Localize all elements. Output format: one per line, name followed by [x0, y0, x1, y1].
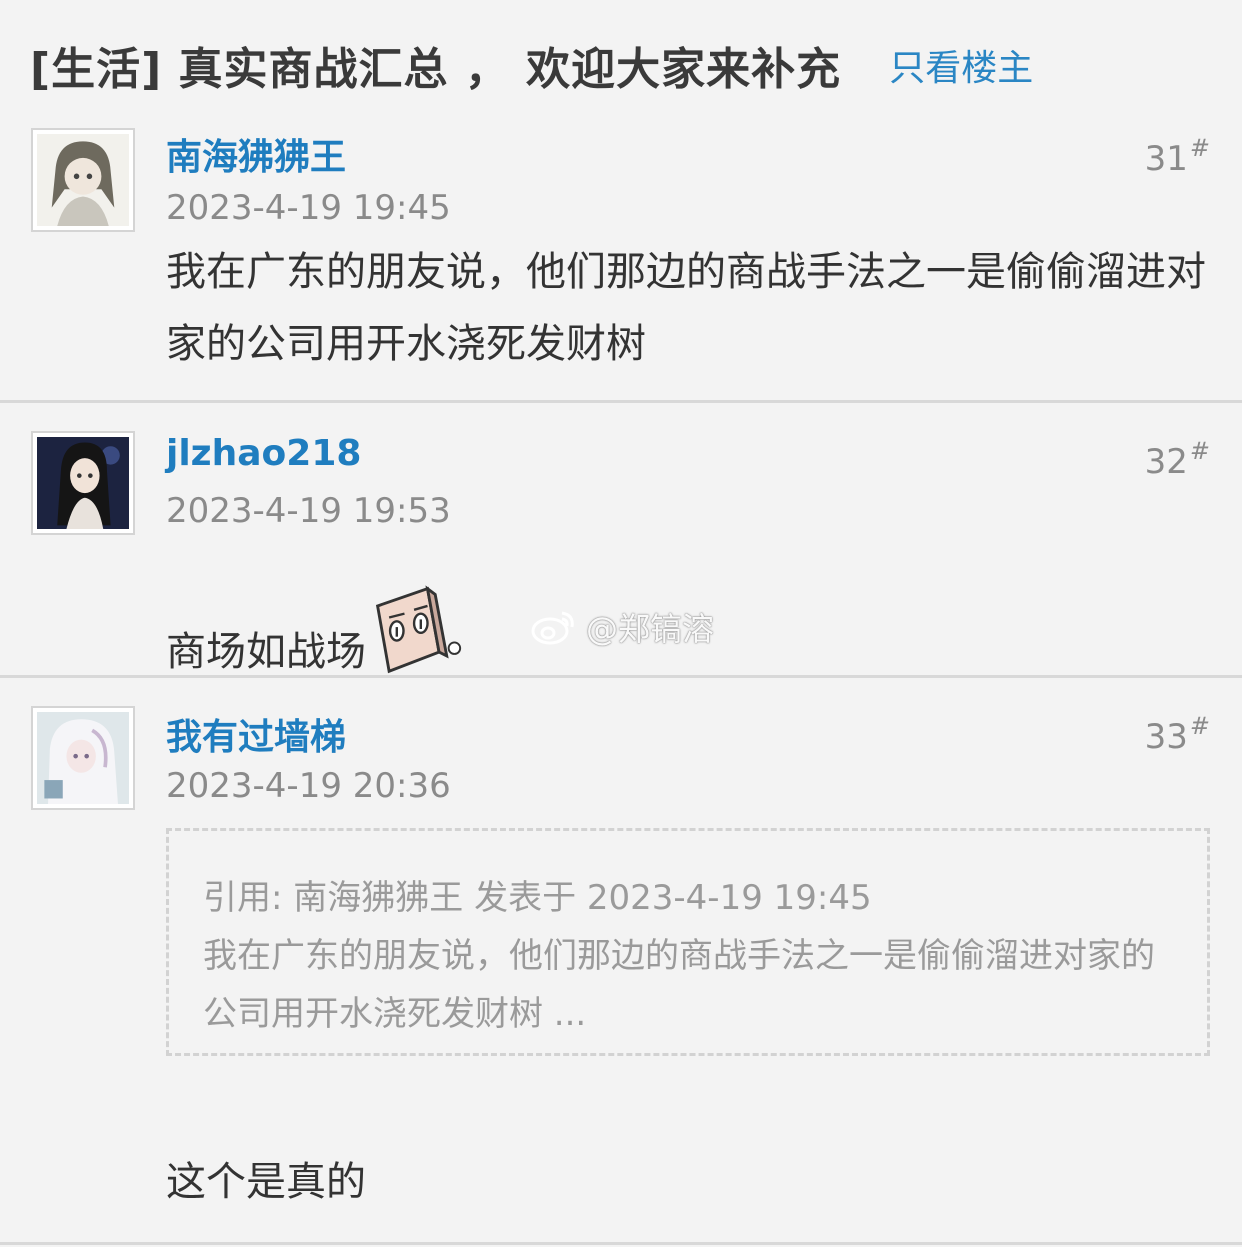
post-text: 商场如战场 — [166, 629, 366, 675]
watermark: @郑镐溶 — [530, 604, 714, 650]
quote-header: 引用: 南海狒狒王 发表于 2023-4-19 19:45 — [203, 878, 872, 918]
avatar-image — [37, 437, 129, 529]
username[interactable]: 我有过墙梯 — [166, 708, 346, 760]
username[interactable]: jlzhao218 — [166, 433, 361, 474]
avatar[interactable] — [31, 706, 135, 810]
post-timestamp: 2023-4-19 19:53 — [166, 491, 451, 531]
watermark-text: @郑镐溶 — [586, 610, 715, 648]
post-content: 我在广东的朋友说，他们那边的商战手法之一是偷偷溜进对家的公司用开水浇死发财树 — [166, 249, 1206, 367]
only-op-link[interactable]: 只看楼主 — [889, 39, 1033, 91]
floor-hash: # — [1189, 134, 1210, 162]
quote-block: 引用: 南海狒狒王 发表于 2023-4-19 19:45 我在广东的朋友说，他… — [166, 828, 1210, 1056]
avatar[interactable] — [31, 431, 135, 535]
floor-hash: # — [1189, 712, 1210, 740]
post-content: 这个是真的 — [166, 1159, 366, 1205]
quote-text: 我在广东的朋友说，他们那边的商战手法之一是偷偷溜进对家的公司用开水浇死发财树 .… — [203, 936, 1155, 1034]
post-timestamp: 2023-4-19 19:45 — [166, 188, 451, 228]
avatar-image — [37, 134, 129, 226]
floor-number-value: 32 — [1144, 442, 1188, 482]
post-31: 南海狒狒王 2023-4-19 19:45 31# 我在广东的朋友说，他们那边的… — [0, 108, 1242, 403]
floor-number-value: 31 — [1144, 139, 1188, 179]
avatar-image — [37, 712, 129, 804]
thread-title: [生活] 真实商战汇总 ， 欢迎大家来补充 — [30, 44, 842, 95]
thread-header: [生活] 真实商战汇总 ， 欢迎大家来补充 只看楼主 — [30, 30, 1212, 100]
floor-number: 33# — [1145, 712, 1210, 757]
floor-number: 32# — [1145, 437, 1210, 482]
post-timestamp: 2023-4-19 20:36 — [166, 766, 451, 806]
square-face-emoji-icon — [375, 585, 462, 674]
floor-number: 31# — [1145, 134, 1210, 179]
avatar[interactable] — [31, 128, 135, 232]
username[interactable]: 南海狒狒王 — [166, 128, 346, 180]
floor-number-value: 33 — [1144, 717, 1188, 757]
weibo-icon — [531, 611, 574, 645]
floor-hash: # — [1189, 437, 1210, 465]
post-33: 我有过墙梯 2023-4-19 20:36 33# 引用: 南海狒狒王 发表于 … — [0, 678, 1242, 1245]
